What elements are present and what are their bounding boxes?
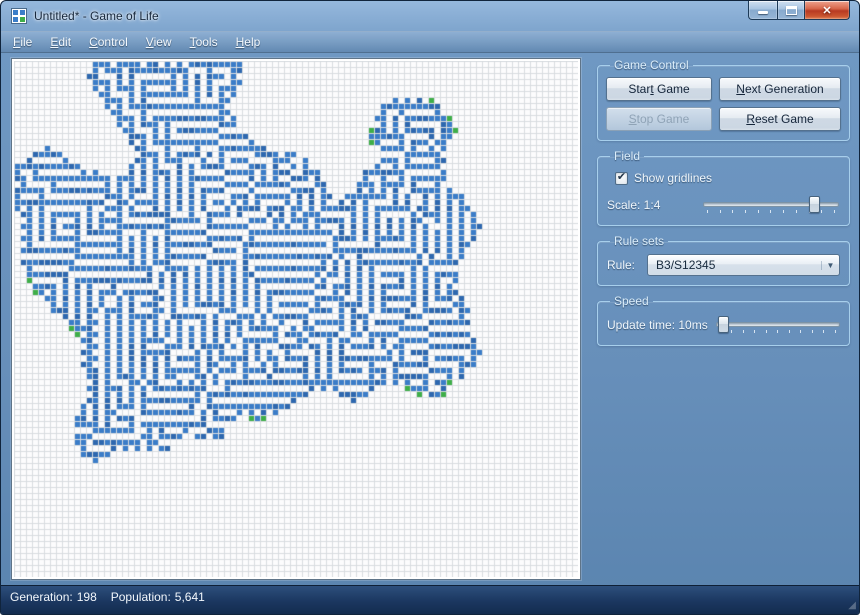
app-icon	[11, 8, 27, 24]
menu-view[interactable]: View	[137, 32, 181, 52]
scale-slider[interactable]	[703, 194, 839, 216]
control-panel: Game Control Start Game Next Generation …	[597, 58, 850, 354]
client-area: Game Control Start Game Next Generation …	[1, 53, 859, 585]
show-gridlines-checkbox[interactable]: ✔ Show gridlines	[615, 171, 712, 185]
group-title-rule-sets: Rule sets	[614, 234, 665, 248]
chevron-down-icon[interactable]: ▼	[821, 260, 839, 270]
population-value: 5,641	[174, 589, 205, 604]
checkbox-label: Show gridlines	[634, 171, 713, 185]
caption-buttons: ✕	[748, 1, 850, 20]
maximize-button[interactable]	[777, 1, 805, 20]
group-speed: Speed Update time: 10ms	[597, 294, 850, 346]
life-grid-panel	[11, 58, 581, 580]
menu-label: Edit	[50, 35, 72, 49]
generation-status: Generation: 198	[10, 590, 97, 604]
menu-control[interactable]: Control	[80, 32, 137, 52]
speed-slider-thumb[interactable]	[718, 316, 730, 333]
menubar: File Edit Control View Tools Help	[1, 31, 859, 53]
rule-label: Rule:	[607, 258, 636, 272]
group-field: Field ✔ Show gridlines Scale: 1:4	[597, 149, 850, 226]
stop-game-button[interactable]: Stop Game	[606, 107, 712, 131]
button-label: Reset Game	[746, 112, 814, 126]
start-game-button[interactable]: Start Game	[606, 77, 712, 101]
rule-row: Rule: B3/S12345 ▼	[606, 254, 841, 276]
speed-slider-ticks	[719, 330, 836, 333]
speed-slider[interactable]	[715, 314, 840, 336]
population-status: Population: 5,641	[111, 590, 205, 604]
group-title-speed: Speed	[614, 294, 649, 308]
rule-select[interactable]: B3/S12345 ▼	[647, 254, 840, 276]
menu-label: Help	[235, 35, 261, 49]
population-label: Population:	[110, 589, 171, 604]
update-time-label: Update time: 10ms	[607, 318, 708, 332]
speed-slider-track[interactable]	[715, 322, 840, 327]
generation-value: 198	[76, 589, 97, 604]
game-control-buttons: Start Game Next Generation Stop Game Res…	[606, 77, 841, 131]
button-label: Stop Game	[628, 112, 690, 126]
scale-row: Scale: 1:4	[606, 194, 841, 216]
minimize-icon	[758, 11, 768, 14]
close-icon: ✕	[822, 4, 832, 17]
group-title-game-control: Game Control	[614, 58, 689, 72]
menu-edit[interactable]: Edit	[41, 32, 80, 52]
generation-label: Generation:	[10, 589, 73, 604]
menu-label: Control	[89, 35, 128, 49]
checkbox-box: ✔	[615, 171, 628, 185]
menu-label: View	[145, 35, 172, 49]
window-title: Untitled* - Game of Life	[34, 9, 159, 23]
scale-slider-thumb[interactable]	[808, 196, 820, 213]
button-label: Start Game	[628, 82, 690, 96]
maximize-icon	[785, 5, 797, 15]
menu-label: Tools	[189, 35, 218, 49]
titlebar[interactable]: Untitled* - Game of Life ✕	[1, 1, 859, 31]
menu-label: File	[13, 35, 33, 49]
app-window: Untitled* - Game of Life ✕ File Edit Con…	[0, 0, 860, 615]
resize-grip[interactable]: ◢	[848, 600, 856, 611]
minimize-button[interactable]	[748, 1, 778, 20]
reset-game-button[interactable]: Reset Game	[719, 107, 841, 131]
rule-select-value: B3/S12345	[656, 258, 716, 272]
group-game-control: Game Control Start Game Next Generation …	[597, 58, 850, 141]
group-rule-sets: Rule sets Rule: B3/S12345 ▼	[597, 234, 850, 286]
menu-file[interactable]: File	[4, 32, 41, 52]
next-generation-button[interactable]: Next Generation	[719, 77, 841, 101]
scale-label: Scale: 1:4	[607, 198, 661, 212]
group-title-field: Field	[614, 149, 641, 163]
close-button[interactable]: ✕	[804, 1, 850, 20]
life-grid-canvas[interactable]	[14, 61, 578, 577]
button-label: Next Generation	[736, 82, 824, 96]
statusbar: Generation: 198 Population: 5,641 ◢	[1, 585, 859, 614]
menu-tools[interactable]: Tools	[181, 32, 227, 52]
menu-help[interactable]: Help	[227, 32, 270, 52]
speed-row: Update time: 10ms	[606, 314, 841, 336]
check-icon: ✔	[616, 171, 627, 183]
